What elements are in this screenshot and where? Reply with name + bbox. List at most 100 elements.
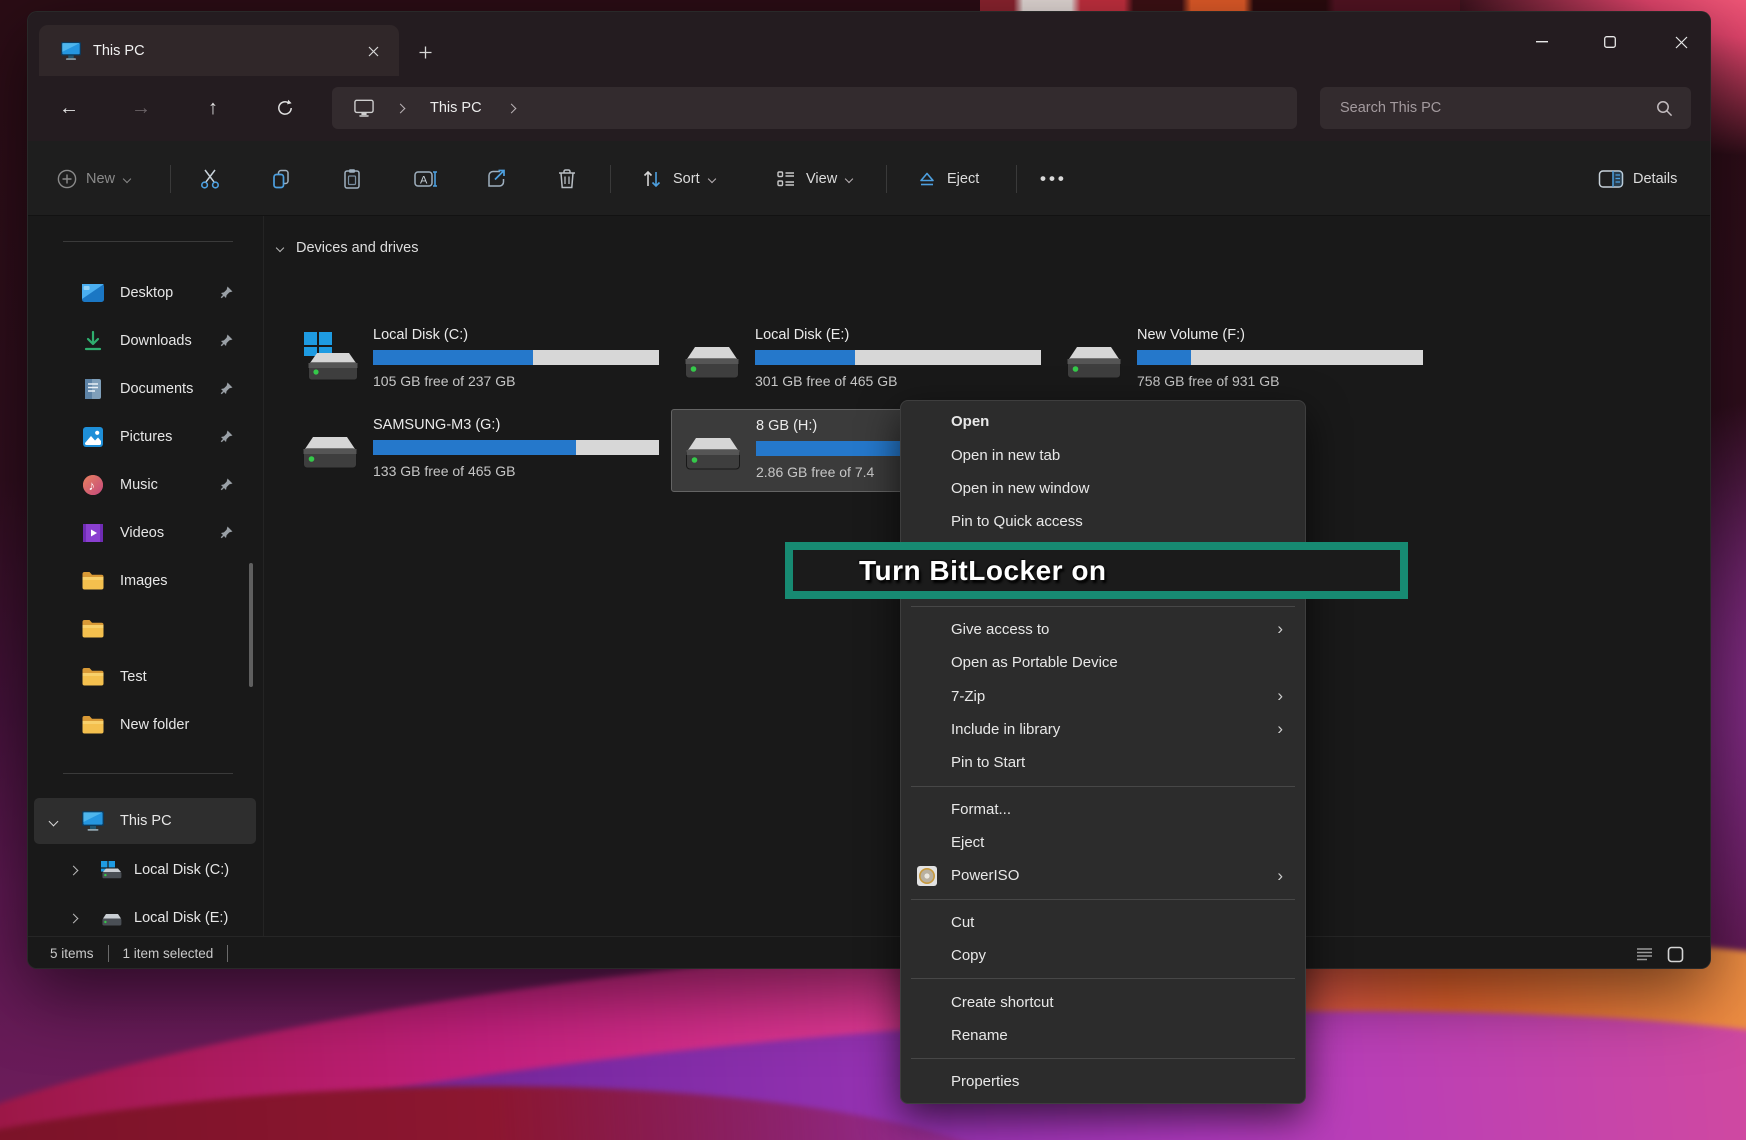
menu-item-include-in-library[interactable]: Include in library› (901, 713, 1305, 746)
toolbar-divider (1016, 165, 1017, 193)
up-button[interactable]: ↑ (195, 90, 231, 126)
sidebar-item-music[interactable]: ♪ Music (34, 463, 256, 507)
sidebar-item-documents[interactable]: Documents (34, 367, 256, 411)
menu-item-cut[interactable]: Cut (901, 906, 1305, 939)
drive-icon (1065, 329, 1123, 387)
folder-icon (81, 713, 105, 737)
chevron-down-icon (276, 244, 284, 252)
breadcrumb-chevron-icon (396, 103, 406, 113)
sidebar-item-images[interactable]: Images (34, 559, 256, 603)
sidebar-item-desktop[interactable]: Desktop (34, 271, 256, 315)
sidebar-tree-this-pc[interactable]: This PC (34, 798, 256, 844)
rename-button[interactable]: A (413, 141, 439, 216)
copy-button[interactable] (269, 141, 293, 216)
menu-item-properties[interactable]: Properties (901, 1065, 1305, 1098)
system-drive-icon (301, 329, 359, 387)
sidebar-item-pictures[interactable]: Pictures (34, 415, 256, 459)
breadcrumb-this-pc[interactable]: This PC (430, 100, 482, 116)
tab-this-pc[interactable]: This PC (39, 25, 399, 76)
search-icon (1656, 100, 1673, 117)
chevron-right-icon[interactable] (69, 913, 79, 923)
capacity-bar (1137, 350, 1423, 365)
large-icons-view-toggle-icon[interactable] (1667, 946, 1684, 963)
breadcrumb-chevron-icon[interactable] (506, 103, 516, 113)
pin-icon (218, 477, 234, 493)
menu-item-create-shortcut[interactable]: Create shortcut (901, 985, 1305, 1018)
menu-item-eject[interactable]: Eject (901, 826, 1305, 859)
section-title: Devices and drives (296, 240, 419, 256)
paste-button[interactable] (340, 141, 364, 216)
sort-button[interactable]: Sort (640, 141, 715, 216)
sidebar-tree-local-disk-c[interactable]: Local Disk (C:) (34, 847, 256, 893)
details-pane-icon (1598, 168, 1624, 190)
sort-label: Sort (673, 171, 700, 187)
sidebar-item-test[interactable]: Test (34, 655, 256, 699)
view-button[interactable]: View (775, 141, 852, 216)
menu-item-open-in-new-tab[interactable]: Open in new tab (901, 438, 1305, 471)
minimize-button[interactable] (1519, 28, 1565, 56)
menu-item-open-as-portable-device[interactable]: Open as Portable Device (901, 646, 1305, 679)
menu-item-pin-to-start[interactable]: Pin to Start (901, 746, 1305, 779)
details-pane-button[interactable]: Details (1598, 141, 1677, 216)
menu-item-rename[interactable]: Rename (901, 1019, 1305, 1052)
this-pc-monitor-icon (81, 810, 105, 832)
forward-button[interactable]: → (123, 90, 159, 126)
drive-tile-local-disk-e[interactable]: Local Disk (E:) 301 GB free of 465 GB (671, 319, 1045, 402)
toolbar-divider (886, 165, 887, 193)
toolbar-divider (170, 165, 171, 193)
sidebar-tree-local-disk-e[interactable]: Local Disk (E:) (34, 895, 256, 941)
menu-item-poweriso[interactable]: PowerISO› (901, 859, 1305, 892)
menu-separator (911, 606, 1295, 607)
menu-item-open[interactable]: Open (901, 405, 1305, 438)
folder-icon (81, 665, 105, 689)
pin-icon (218, 381, 234, 397)
menu-item-give-access-to[interactable]: Give access to› (901, 613, 1305, 646)
chevron-down-icon[interactable] (49, 816, 59, 826)
desktop-icon (81, 281, 105, 305)
chevron-right-icon[interactable] (69, 865, 79, 875)
sidebar-scrollbar[interactable] (249, 563, 253, 687)
menu-item-open-in-new-window[interactable]: Open in new window (901, 472, 1305, 505)
menu-separator (911, 899, 1295, 900)
sidebar-item-videos[interactable]: Videos (34, 511, 256, 555)
more-options-button[interactable]: ••• (1040, 141, 1067, 216)
capacity-bar (755, 350, 1041, 365)
sidebar-item-unnamed-folder[interactable] (34, 607, 256, 651)
address-bar[interactable]: This PC (332, 87, 1297, 129)
menu-item-pin-to-quick-access[interactable]: Pin to Quick access (901, 505, 1305, 538)
status-separator (227, 945, 228, 962)
menu-item-copy[interactable]: Copy (901, 939, 1305, 972)
poweriso-disc-icon (916, 865, 938, 887)
sidebar-section-divider (63, 773, 233, 774)
delete-button[interactable] (556, 141, 578, 216)
context-menu: Open Open in new tab Open in new window … (900, 400, 1306, 1104)
back-button[interactable]: ← (51, 90, 87, 126)
pin-icon (218, 429, 234, 445)
devices-and-drives-header[interactable]: Devices and drives (277, 240, 419, 256)
details-view-toggle-icon[interactable] (1636, 947, 1653, 962)
sidebar-item-new-folder[interactable]: New folder (34, 703, 256, 747)
capacity-bar (373, 350, 659, 365)
menu-item-format[interactable]: Format... (901, 793, 1305, 826)
drive-tile-samsung-m3-g[interactable]: SAMSUNG-M3 (G:) 133 GB free of 465 GB (289, 409, 663, 492)
new-tab-button[interactable] (412, 39, 438, 65)
drive-tile-local-disk-c[interactable]: Local Disk (C:) 105 GB free of 237 GB (289, 319, 663, 402)
new-button[interactable]: New (57, 141, 130, 216)
window-close-button[interactable] (1658, 28, 1704, 56)
eject-button[interactable]: Eject (916, 141, 979, 216)
bitlocker-annotation-highlight[interactable]: Turn BitLocker on (785, 542, 1408, 599)
cut-button[interactable] (198, 141, 222, 216)
submenu-chevron-icon: › (1277, 686, 1283, 706)
tab-close-button[interactable] (361, 39, 385, 63)
search-box[interactable]: Search This PC (1320, 87, 1691, 129)
minimize-icon (1536, 41, 1548, 43)
plus-icon (419, 46, 432, 59)
share-button[interactable] (484, 141, 508, 216)
free-space-text: 758 GB free of 931 GB (1137, 373, 1423, 389)
drive-tile-new-volume-f[interactable]: New Volume (F:) 758 GB free of 931 GB (1053, 319, 1427, 402)
refresh-button[interactable] (267, 90, 303, 126)
maximize-button[interactable] (1587, 28, 1633, 56)
sidebar-item-downloads[interactable]: Downloads (34, 319, 256, 363)
menu-separator (911, 978, 1295, 979)
menu-item-7zip[interactable]: 7-Zip› (901, 679, 1305, 712)
